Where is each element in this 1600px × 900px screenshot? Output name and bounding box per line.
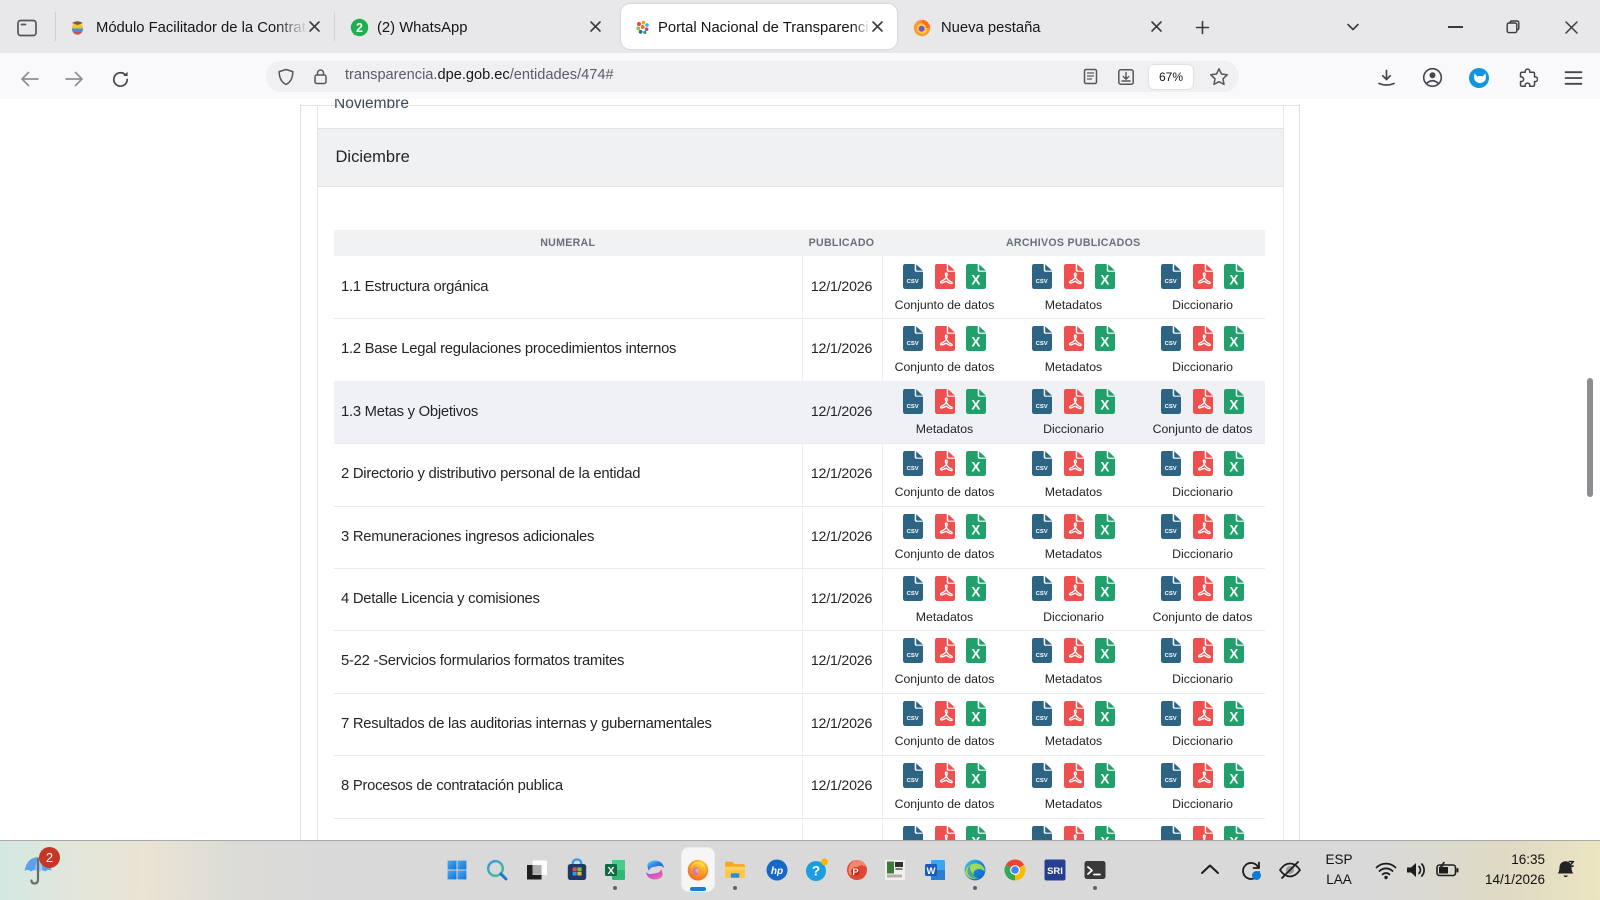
svg-text:X: X (971, 460, 980, 475)
svg-text:X: X (971, 272, 980, 287)
svg-text:X: X (971, 647, 980, 662)
svg-text:CSV: CSV (1036, 591, 1048, 597)
svg-text:X: X (607, 865, 614, 877)
svg-text:CSV: CSV (907, 404, 919, 410)
svg-text:CSV: CSV (1165, 653, 1177, 659)
svg-text:CSV: CSV (1165, 466, 1177, 472)
svg-text:CSV: CSV (907, 591, 919, 597)
svg-text:SRI: SRI (1047, 866, 1063, 877)
svg-text:CSV: CSV (907, 778, 919, 784)
svg-text:X: X (971, 335, 980, 350)
svg-text:X: X (1100, 460, 1109, 475)
svg-text:X: X (1229, 272, 1238, 287)
svg-text:X: X (971, 584, 980, 599)
svg-text:hp: hp (771, 866, 783, 877)
svg-text:X: X (971, 522, 980, 537)
svg-text:X: X (1100, 522, 1109, 537)
svg-text:X: X (1229, 522, 1238, 537)
svg-text:X: X (1100, 397, 1109, 412)
svg-text:CSV: CSV (1165, 341, 1177, 347)
svg-text:CSV: CSV (1165, 279, 1177, 285)
svg-text:CSV: CSV (1036, 404, 1048, 410)
svg-text:CSV: CSV (907, 279, 919, 285)
svg-text:CSV: CSV (1036, 341, 1048, 347)
svg-text:CSV: CSV (1165, 778, 1177, 784)
svg-text:X: X (1229, 584, 1238, 599)
svg-text:CSV: CSV (1036, 466, 1048, 472)
svg-text:X: X (1100, 272, 1109, 287)
svg-text:?: ? (812, 864, 820, 879)
svg-text:CSV: CSV (907, 466, 919, 472)
svg-text:CSV: CSV (1036, 279, 1048, 285)
svg-text:X: X (971, 772, 980, 787)
svg-text:CSV: CSV (1165, 529, 1177, 535)
svg-text:CSV: CSV (1165, 404, 1177, 410)
svg-text:CSV: CSV (1165, 716, 1177, 722)
svg-text:X: X (1100, 647, 1109, 662)
svg-text:CSV: CSV (1036, 529, 1048, 535)
svg-text:X: X (971, 709, 980, 724)
svg-text:X: X (1229, 460, 1238, 475)
svg-text:X: X (1100, 584, 1109, 599)
svg-text:CSV: CSV (907, 529, 919, 535)
svg-text:CSV: CSV (1036, 778, 1048, 784)
svg-text:X: X (1229, 772, 1238, 787)
svg-text:CSV: CSV (907, 341, 919, 347)
svg-text:X: X (1100, 709, 1109, 724)
svg-text:X: X (1229, 709, 1238, 724)
svg-text:X: X (1100, 772, 1109, 787)
svg-text:CSV: CSV (1036, 716, 1048, 722)
svg-text:X: X (1100, 335, 1109, 350)
svg-text:P: P (852, 867, 859, 878)
svg-text:X: X (1229, 397, 1238, 412)
svg-text:CSV: CSV (907, 716, 919, 722)
svg-text:X: X (1229, 335, 1238, 350)
svg-text:X: X (971, 397, 980, 412)
svg-text:W: W (927, 866, 936, 877)
svg-text:X: X (1229, 647, 1238, 662)
svg-text:2: 2 (356, 21, 363, 35)
svg-text:CSV: CSV (1165, 591, 1177, 597)
svg-text:CSV: CSV (907, 653, 919, 659)
svg-text:CSV: CSV (1036, 653, 1048, 659)
